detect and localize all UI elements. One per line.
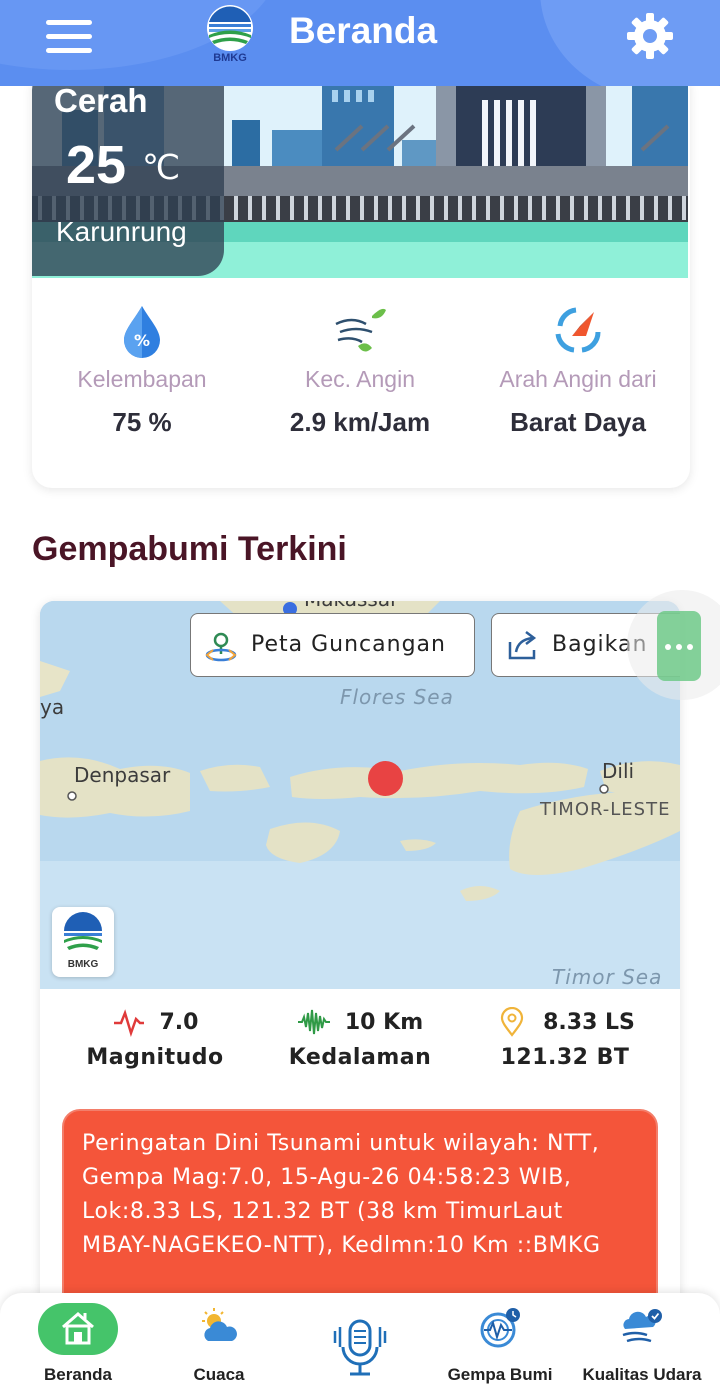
wind-direction-value: Barat Daya [510, 407, 646, 437]
weather-summary-overlay: Cerah 25 ℃ Karunrung [32, 70, 224, 276]
location-name: Karunrung [56, 216, 187, 247]
nav-label: Kualitas Udara [582, 1365, 702, 1384]
microphone-icon [333, 1319, 387, 1376]
home-icon [62, 1312, 94, 1345]
humidity-label: Kelembapan [77, 366, 207, 392]
depth-stat: 10 Km Kedalaman [255, 1005, 465, 1071]
bmkg-map-logo: BMKG [52, 907, 114, 977]
location-stat: 8.33 LS 121.32 BT [460, 1005, 670, 1070]
nav-item-kualitas-udara[interactable]: Kualitas Udara [570, 1293, 714, 1395]
nav-item-gempa-bumi[interactable]: Gempa Bumi [428, 1293, 572, 1395]
earthquake-card[interactable]: Makassar ya Denpasar Dili TIMOR-LESTE Fl… [40, 601, 680, 1361]
weather-cloud-sun-icon [202, 1308, 237, 1341]
app-header: BMKG Beranda [0, 0, 720, 86]
wind-direction-compass-icon [555, 307, 601, 353]
nav-label: Cuaca [193, 1365, 245, 1384]
depth-label: Kedalaman [288, 1045, 432, 1070]
weather-card[interactable]: Cerah 25 ℃ Karunrung % Kelembapan 75 % K… [32, 70, 690, 488]
logo-text: BMKG [67, 959, 99, 970]
wind-speed-label: Kec. Angin [305, 366, 415, 392]
shake-map-button[interactable]: Peta Guncangan [190, 613, 475, 677]
hamburger-menu-icon[interactable] [46, 20, 92, 54]
location-pin-icon [500, 1007, 524, 1037]
page-title: Beranda [289, 10, 438, 51]
map-label-sea: Flores Sea [340, 685, 454, 709]
wind-leaves-icon [335, 308, 386, 352]
depth-value: 10 Km [344, 1009, 424, 1035]
logo-text: BMKG [213, 52, 247, 64]
svg-text:%: % [134, 331, 150, 350]
section-title-earthquake: Gempabumi Terkini [32, 530, 347, 568]
epicenter-marker[interactable] [368, 761, 403, 796]
wind-direction-stat: Arah Angin dari Barat Daya [468, 302, 688, 438]
earthquake-icon [480, 1308, 520, 1348]
gear-icon[interactable] [626, 12, 674, 60]
shake-map-icon [205, 632, 237, 662]
earthquake-map[interactable]: Makassar ya Denpasar Dili TIMOR-LESTE Fl… [40, 601, 680, 989]
magnitude-value: 7.0 [159, 1009, 199, 1035]
nav-item-voice[interactable] [288, 1293, 432, 1395]
humidity-drop-icon: % [124, 306, 160, 358]
share-icon [508, 631, 537, 660]
map-label-city: Denpasar [74, 763, 171, 787]
temperature-value: 25 [66, 135, 127, 195]
longitude-value: 121.32 BT [500, 1045, 630, 1070]
more-options-button[interactable] [657, 611, 701, 681]
magnitude-stat: 7.0 Magnitudo [50, 1005, 260, 1070]
air-quality-icon [622, 1309, 662, 1343]
tsunami-warning-text: Peringatan Dini Tsunami untuk wilayah: N… [82, 1131, 601, 1258]
temperature-unit: ℃ [142, 149, 181, 187]
weather-condition: Cerah [54, 82, 148, 119]
humidity-stat: % Kelembapan 75 % [32, 302, 252, 438]
bottom-navigation: Beranda Cuaca Gempa Bumi Kualitas Udara [0, 1293, 720, 1395]
wind-direction-label: Arah Angin dari [499, 366, 657, 392]
shake-map-label: Peta Guncangan [251, 632, 446, 657]
map-label-sea: Timor Sea [552, 965, 663, 989]
map-label-city: Dili [602, 759, 635, 783]
wind-speed-value: 2.9 km/Jam [289, 407, 431, 437]
nav-item-cuaca[interactable]: Cuaca [147, 1293, 291, 1395]
seismograph-wave-icon [297, 1009, 330, 1035]
magnitude-pulse-icon [113, 1009, 144, 1037]
nav-label: Gempa Bumi [447, 1365, 553, 1384]
wind-speed-stat: Kec. Angin 2.9 km/Jam [250, 302, 470, 438]
map-label-city: Makassar [304, 601, 398, 611]
magnitude-label: Magnitudo [86, 1045, 224, 1070]
nav-label: Beranda [43, 1365, 113, 1384]
humidity-value: 75 % [112, 407, 172, 437]
latitude-value: 8.33 LS [543, 1009, 635, 1035]
map-label-country: TIMOR-LESTE [540, 799, 671, 820]
bmkg-logo: BMKG [204, 4, 256, 64]
nav-item-beranda[interactable]: Beranda [6, 1293, 150, 1395]
map-label-edge: ya [40, 695, 65, 719]
